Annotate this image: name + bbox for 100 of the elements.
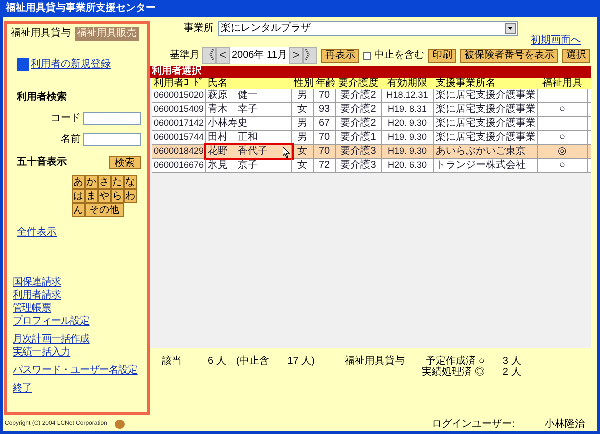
table-cell: 要介護2	[340, 104, 376, 115]
legend-label: 実績処理済 ◎	[421, 367, 485, 378]
home-link[interactable]: 初期画面へ	[531, 36, 581, 46]
table-cell: トランジー株式会社	[436, 160, 526, 171]
tab[interactable]: 福祉用具貸与	[9, 27, 73, 41]
action-button[interactable]: 印刷	[428, 48, 456, 62]
table-cell: 要介護3	[340, 146, 376, 157]
table-cell: 花野 香代子	[208, 146, 268, 157]
table-row[interactable]: 0600015020 萩原 健一 男 70 要介護2 H18.12.31 楽に居宅支援介護事業	[152, 89, 591, 103]
table-cell: 女	[298, 160, 308, 171]
table-cell: 女	[298, 104, 308, 115]
office-dropdown[interactable]: 楽にレンタルプラザ	[218, 21, 518, 36]
table-cell: H19. 9.30	[388, 132, 428, 143]
kana-button[interactable]: た	[111, 175, 124, 189]
field-label: 事業所	[184, 22, 214, 36]
table-row[interactable]: 0600015409 青木 幸子 女 93 要介護2 H19. 8.31 楽に居宅支援介護事業 ○	[152, 103, 591, 117]
month-text: 2006年 11月	[230, 47, 290, 64]
table-cell: 楽に居宅支援介護事業	[436, 118, 536, 129]
table-cell: 小林寿史	[208, 118, 248, 129]
summary-text: 該当	[162, 356, 182, 367]
kana-button[interactable]: は	[72, 189, 85, 203]
cursor-icon	[283, 147, 290, 158]
show-all-link[interactable]: 全件表示	[17, 225, 57, 240]
table-cell: 67	[318, 118, 330, 129]
table-cell: 田村 正和	[208, 132, 258, 143]
table-cell: 青木 幸子	[208, 104, 258, 115]
table-cell: 0600016676	[154, 160, 204, 171]
field-label: 基準月	[170, 48, 200, 63]
new-user-link[interactable]: 利用者の新規登録	[31, 57, 111, 72]
table-row[interactable]: 0600016676 氷見 京子 女 72 要介護3 H20. 6.30 トランジー株式会社 ○	[152, 159, 591, 173]
table-row[interactable]: 0600015744 田村 正和 男 70 要介護1 H19. 9.30 楽に居宅支援介護事業 ○	[152, 131, 591, 145]
logo-icon	[115, 420, 126, 428]
table-cell: H19. 9.30	[388, 146, 428, 157]
user-name: 小林隆治	[545, 418, 585, 432]
legend-count: 3 人	[502, 356, 522, 367]
table-cell: 要介護2	[340, 90, 376, 101]
table-cell: 要介護2	[340, 118, 376, 129]
table-cell: 男	[298, 118, 308, 129]
menu-link[interactable]: 利用者請求	[13, 289, 62, 302]
table-cell: 男	[298, 90, 308, 101]
table-cell: 70	[318, 132, 330, 143]
input-field[interactable]	[83, 133, 141, 146]
table-row[interactable]: 0600017142 小林寿史 男 67 要介護2 H20. 9.30 楽に居宅支援介護事業	[152, 117, 591, 131]
table-cell: ○	[559, 104, 566, 115]
kana-button[interactable]: あ	[72, 175, 85, 189]
input-field[interactable]	[83, 112, 141, 125]
table-row[interactable]: 0600018429 花野 香代子 女 70 要介護3 H19. 9.30 あいらぶかいご東京 ◎	[152, 145, 591, 159]
kana-button[interactable]: ら	[111, 189, 124, 203]
table-cell: 0600015409	[154, 104, 204, 115]
table-cell: 楽に居宅支援介護事業	[436, 132, 536, 143]
kana-button[interactable]: ん	[72, 203, 85, 217]
menu-link[interactable]: 実績一括入力	[13, 346, 71, 359]
table-cell: H18.12.31	[386, 90, 428, 101]
action-button[interactable]: 選択	[562, 48, 590, 62]
table-cell: 女	[298, 146, 308, 157]
action-button[interactable]: 被保険者番号を表示	[460, 48, 558, 62]
login-label: ログインユーザー:	[432, 418, 515, 432]
table-cell: ◎	[558, 146, 567, 157]
table-cell: 70	[318, 90, 330, 101]
table-cell: H19. 8.31	[388, 104, 428, 115]
menu-link[interactable]: プロフィール設定	[13, 315, 90, 328]
menu-link[interactable]: 終了	[13, 382, 32, 395]
legend-count: 2 人	[502, 367, 522, 378]
kana-button[interactable]: な	[124, 175, 137, 189]
nav-button[interactable]: 《	[202, 47, 216, 64]
table-cell: 93	[318, 104, 330, 115]
nav-button[interactable]: <	[216, 47, 230, 64]
menu-link[interactable]: 国保連請求	[13, 276, 62, 289]
checkbox[interactable]	[363, 52, 372, 60]
section-title: 五十音表示	[17, 155, 67, 170]
menu-link[interactable]: パスワード・ユーザー名設定	[13, 364, 138, 377]
checkbox-label: 中止を含む	[374, 48, 424, 63]
nav-button[interactable]: 》	[303, 47, 318, 64]
search-button[interactable]: 検索	[109, 156, 141, 169]
table-cell: 70	[318, 146, 330, 157]
action-button[interactable]: 再表示	[321, 48, 360, 62]
nav-button[interactable]: >	[289, 47, 304, 64]
summary-text: (中止含	[236, 356, 270, 367]
table-cell: H20. 6.30	[388, 160, 428, 171]
kana-button[interactable]: わ	[124, 189, 137, 203]
table-cell: H20. 9.30	[388, 118, 428, 129]
kana-button[interactable]: か	[85, 175, 98, 189]
table-cell: 萩原 健一	[208, 90, 258, 101]
table-title: 利用者選択	[150, 66, 591, 78]
kana-button[interactable]: その他	[85, 203, 124, 217]
kana-button[interactable]: ま	[85, 189, 98, 203]
menu-link[interactable]: 月次計画一括作成	[13, 333, 90, 346]
kana-button[interactable]: さ	[98, 175, 111, 189]
table-cell: 要介護1	[340, 132, 376, 143]
legend-label: 予定作成済 ○	[426, 356, 485, 367]
table-cell: 楽に居宅支援介護事業	[436, 90, 536, 101]
summary-text: 福祉用具貸与	[344, 356, 405, 367]
table-cell: 0600015744	[154, 132, 204, 143]
table-cell: 男	[298, 132, 308, 143]
menu-link[interactable]: 管理帳票	[13, 302, 52, 315]
kana-button[interactable]: や	[98, 189, 111, 203]
section-title: 利用者検索	[17, 90, 68, 105]
window-title: 福祉用具貸与事業所支援センター	[6, 4, 156, 14]
field-label: コード	[51, 112, 81, 126]
table-cell: 0600015020	[154, 90, 204, 101]
